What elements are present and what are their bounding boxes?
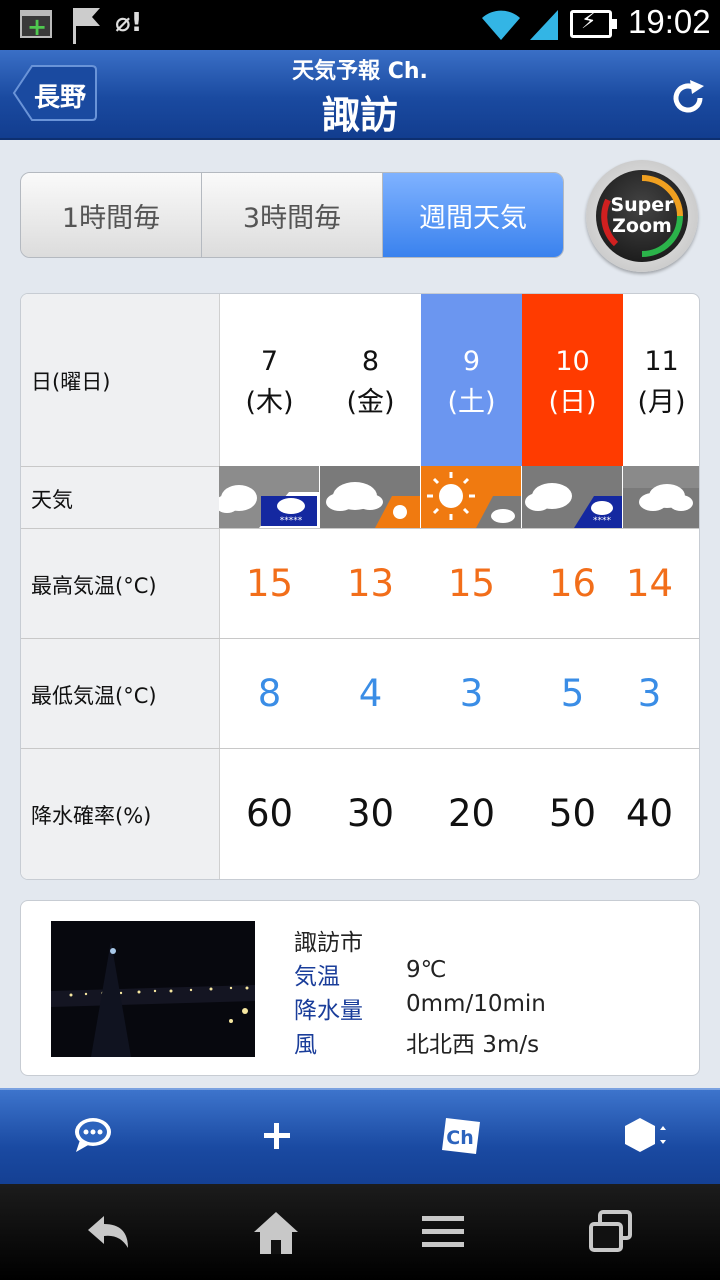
svg-text:Ch: Ch <box>446 1127 473 1149</box>
bottom-app-bar: Ch <box>0 1088 720 1186</box>
obs-label-wind: 風 <box>294 1032 317 1058</box>
precip-chance: 40 <box>625 792 674 835</box>
day-weekday: (土) <box>447 387 496 418</box>
svg-text:****: **** <box>593 516 612 526</box>
row-label-high: 最高気温(°C) <box>31 574 157 598</box>
precip-chance: 30 <box>346 792 395 835</box>
high-temp: 15 <box>245 562 294 605</box>
obs-label-temperature: 気温 <box>294 964 340 990</box>
low-temp: 8 <box>257 672 282 715</box>
day-weekday: (木) <box>245 387 294 418</box>
title-bar: 長野 天気予報 Ch. 諏訪 <box>0 50 720 140</box>
period-tabs: 1時間毎 3時間毎 週間天気 <box>20 172 564 258</box>
cloudy-then-snow-icon: **** <box>522 466 623 528</box>
plus-icon[interactable] <box>262 1114 292 1156</box>
svg-text:*****: ***** <box>280 516 303 526</box>
low-temp: 3 <box>459 672 484 715</box>
current-observation-card[interactable]: 諏訪市 気温 9℃ 降水量 0mm/10min 風 北北西 3m/s <box>20 900 700 1076</box>
day-date: 10 <box>555 346 590 377</box>
cloudy-then-snow-icon: ***** <box>219 466 320 528</box>
precip-chance: 20 <box>447 792 496 835</box>
day-weekday: (月) <box>637 387 686 418</box>
add-app-icon: + <box>20 10 52 41</box>
high-temp: 13 <box>346 562 395 605</box>
cloudy-icon <box>623 466 699 528</box>
flag-icon <box>73 8 100 44</box>
recent-apps-icon[interactable] <box>588 1210 634 1254</box>
sunny-then-cloudy-icon <box>421 466 522 528</box>
day-date: 11 <box>644 346 679 377</box>
super-zoom-button[interactable]: Super Zoom <box>586 160 698 272</box>
settings-hexagon-icon[interactable] <box>622 1114 668 1156</box>
tab-hourly[interactable]: 1時間毎 <box>21 173 202 257</box>
zoom-label-line1: Super <box>610 194 674 216</box>
obs-value-temperature: 9℃ <box>406 957 447 983</box>
tab-weekly[interactable]: 週間天気 <box>383 173 563 257</box>
signal-icon <box>530 10 558 40</box>
wifi-icon <box>482 10 520 40</box>
observation-city: 諏訪市 <box>294 930 363 956</box>
tab-3-hourly[interactable]: 3時間毎 <box>202 173 383 257</box>
day-header-sunday: 10 (日) <box>522 294 623 466</box>
zoom-label-line2: Zoom <box>612 215 672 237</box>
status-bar: + ⌀! ⚡ 19:02 <box>0 0 720 50</box>
precip-chance: 60 <box>245 792 294 835</box>
channel-icon[interactable]: Ch <box>440 1114 482 1156</box>
live-camera-image[interactable] <box>51 921 255 1057</box>
high-temp: 15 <box>447 562 496 605</box>
day-header: 11 (月) <box>623 294 699 466</box>
day-date: 9 <box>462 346 481 377</box>
row-label-precip: 降水確率(%) <box>31 804 152 828</box>
row-label-weather: 天気 <box>31 488 73 512</box>
day-weekday: (日) <box>548 387 597 418</box>
clock: 19:02 <box>628 3 711 40</box>
day-date: 8 <box>361 346 380 377</box>
obs-value-wind: 北北西 3m/s <box>406 1032 540 1058</box>
day-header-saturday: 9 (土) <box>421 294 522 466</box>
refresh-icon[interactable] <box>668 78 708 118</box>
day-header: 7 (木) <box>219 294 320 466</box>
row-label-day: 日(曜日) <box>31 370 111 394</box>
app-title: 天気予報 Ch. <box>292 59 428 84</box>
day-date: 7 <box>260 346 279 377</box>
home-icon[interactable] <box>252 1210 300 1256</box>
day-weekday: (金) <box>346 387 395 418</box>
leaf-alert-icon: ⌀! <box>115 8 143 38</box>
chat-icon[interactable] <box>72 1114 114 1156</box>
page-title: 諏訪 <box>321 93 398 137</box>
day-header: 8 (金) <box>320 294 421 466</box>
battery-charging-icon: ⚡ <box>570 9 617 38</box>
low-temp: 3 <box>637 672 662 715</box>
row-label-low: 最低気温(°C) <box>31 684 157 708</box>
low-temp: 4 <box>358 672 383 715</box>
weekly-forecast-table: 日(曜日) 天気 最高気温(°C) 最低気温(°C) 降水確率(%) 7 (木)… <box>20 293 700 880</box>
obs-label-precipitation: 降水量 <box>294 998 363 1024</box>
obs-value-precipitation: 0mm/10min <box>406 991 546 1017</box>
system-nav-bar <box>0 1184 720 1280</box>
menu-icon[interactable] <box>420 1210 466 1254</box>
high-temp: 14 <box>625 562 674 605</box>
back-icon[interactable] <box>84 1210 132 1254</box>
cloudy-then-sunny-icon <box>320 466 421 528</box>
